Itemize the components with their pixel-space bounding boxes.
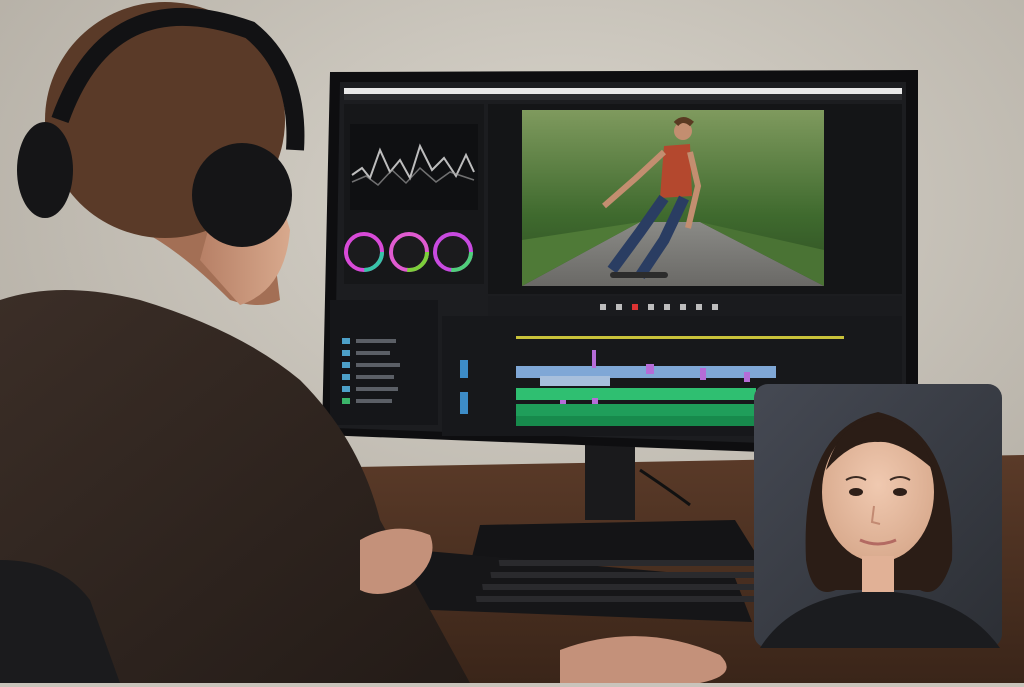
app-title-bar: [344, 88, 902, 94]
inset-portrait: [754, 384, 1002, 648]
audio-track-2: [516, 404, 756, 426]
video-frame: [522, 110, 824, 286]
photo-scene: [0, 0, 1024, 683]
timeline-ruler: [516, 336, 844, 339]
color-wheels: [344, 232, 473, 272]
headphone-cup: [192, 143, 292, 247]
